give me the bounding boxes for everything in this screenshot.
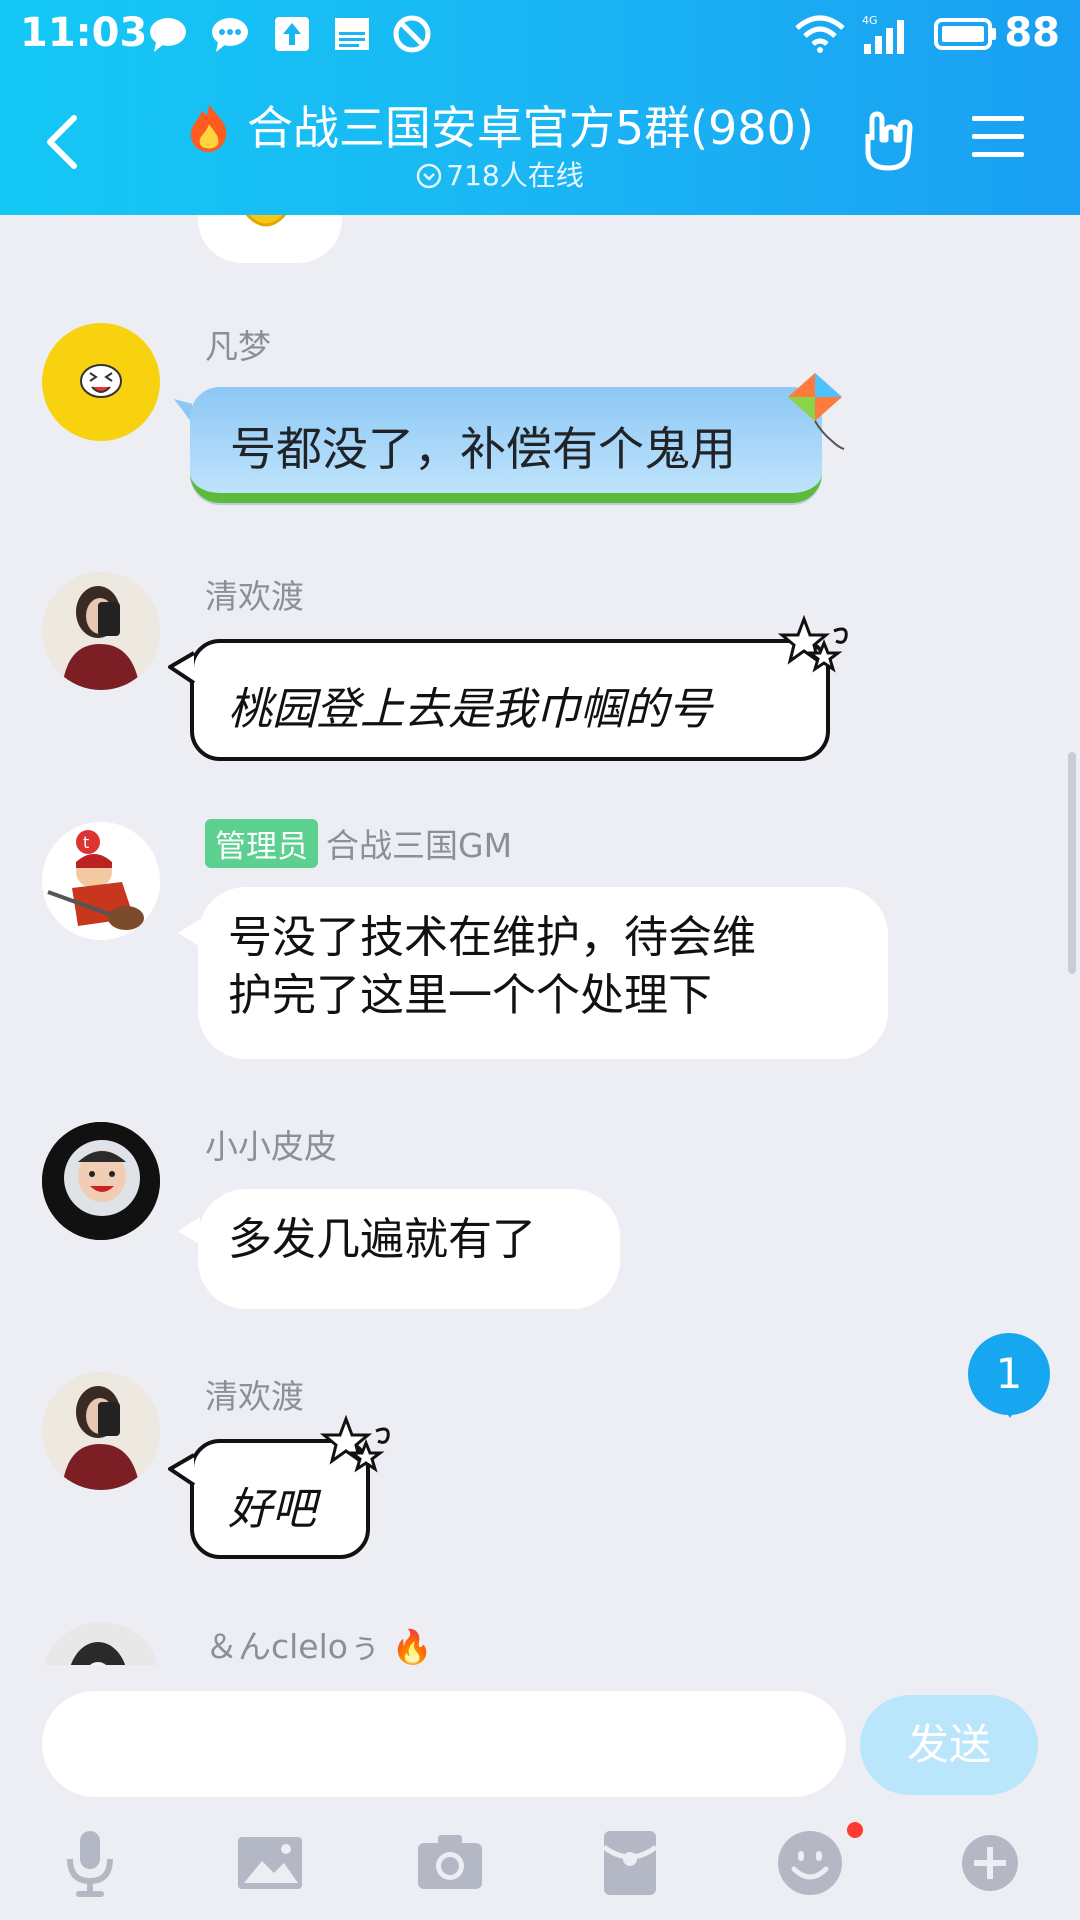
camera-icon — [418, 1835, 482, 1889]
chat-area[interactable]: 凡梦 号都没了，补偿有个鬼用 清欢渡 桃园登上去是我巾帼的号 t 管理员 合战三… — [0, 215, 1080, 1665]
avatar[interactable] — [42, 572, 160, 690]
chat-bubble-icon — [150, 18, 186, 52]
status-bar: 11:03 4G 88 — [0, 0, 1080, 70]
avatar[interactable] — [42, 1372, 160, 1490]
avatar[interactable] — [42, 1122, 160, 1240]
astronaut-avatar-icon — [42, 1122, 160, 1240]
smiley-avatar-icon — [80, 364, 122, 398]
unread-badge-tail — [998, 1400, 1022, 1418]
hand-gesture-icon[interactable] — [858, 110, 920, 172]
upload-icon — [275, 17, 309, 51]
red-packet-icon — [602, 1831, 658, 1895]
previous-message-bubble — [198, 215, 342, 263]
signal-4g-icon: 4G — [862, 14, 904, 54]
message-dots-icon — [212, 18, 248, 52]
battery-level: 88 — [1004, 10, 1060, 56]
fire-icon — [191, 104, 227, 152]
sender-name: 清欢渡 — [205, 577, 304, 616]
sender-name: 凡梦 — [205, 327, 271, 366]
avatar[interactable] — [42, 1622, 160, 1665]
sender-name: 小小皮皮 — [205, 1127, 337, 1166]
sender-name: 合战三国GM — [326, 826, 513, 865]
avatar[interactable]: t — [42, 822, 160, 940]
wifi-icon — [795, 15, 845, 53]
message-text: 好吧 — [228, 1484, 316, 1535]
title-bar: 合战三国安卓官方5群(980) 718人在线 — [0, 80, 1080, 215]
group-title[interactable]: 合战三国安卓官方5群(980) — [160, 92, 840, 158]
battery-icon — [934, 18, 996, 50]
avatar[interactable] — [42, 323, 160, 441]
do-not-disturb-icon — [393, 15, 431, 53]
sender-line: ＆んcleloぅ 🔥 — [205, 1620, 433, 1665]
scrollbar[interactable] — [1068, 752, 1076, 974]
warrior-avatar-icon: t — [42, 822, 160, 940]
plus-icon — [962, 1835, 1018, 1891]
plus-button[interactable] — [954, 1827, 1026, 1899]
star-decoration-icon — [319, 1415, 390, 1473]
photo-avatar-icon — [42, 1372, 160, 1490]
emoji-sticker-icon — [245, 215, 287, 227]
fire-emoji: 🔥 — [391, 1627, 433, 1665]
online-status-icon — [417, 163, 442, 189]
emoji-button[interactable] — [774, 1827, 846, 1899]
red-packet-button[interactable] — [594, 1827, 666, 1899]
message-input[interactable] — [42, 1691, 846, 1797]
sender-name: ＆んcleloぅ — [205, 1627, 381, 1665]
mic-icon — [67, 1831, 113, 1897]
svg-text:t: t — [83, 833, 89, 852]
toolbar — [0, 1805, 1080, 1920]
bubble-tail — [178, 1217, 200, 1245]
star-decoration-icon — [777, 615, 848, 673]
message-bubble[interactable]: 号没了技术在维护，待会维 护完了这里一个个处理下 — [198, 887, 888, 1059]
sender-name: 清欢渡 — [205, 1377, 304, 1416]
bw-avatar-icon — [42, 1622, 160, 1665]
online-count-text: 718人在线 — [446, 159, 584, 192]
message-text: 桃园登上去是我巾帼的号 — [228, 684, 712, 735]
admin-badge: 管理员 — [205, 819, 318, 868]
bubble-tail — [168, 1453, 196, 1487]
message-text: 多发几遍就有了 — [228, 1214, 536, 1265]
emoji-notification-dot — [847, 1822, 863, 1838]
sender-line: 管理员 合战三国GM — [205, 819, 512, 868]
message-text-line: 号没了技术在维护，待会维 — [228, 912, 756, 963]
photo-avatar-icon — [42, 572, 160, 690]
image-icon — [238, 1837, 302, 1889]
news-icon — [335, 18, 369, 50]
message-text-line: 护完了这里一个个处理下 — [228, 970, 712, 1021]
emoji-icon — [778, 1831, 842, 1895]
message-bubble[interactable]: 号都没了，补偿有个鬼用 — [190, 387, 822, 503]
svg-text:4G: 4G — [862, 14, 878, 27]
online-count: 718人在线 — [160, 154, 840, 194]
kite-icon — [788, 373, 845, 450]
mic-button[interactable] — [54, 1827, 126, 1899]
input-row: 发送 — [0, 1665, 1080, 1805]
message-text: 号都没了，补偿有个鬼用 — [230, 422, 736, 476]
image-button[interactable] — [234, 1827, 306, 1899]
message-bubble[interactable]: 多发几遍就有了 — [198, 1189, 620, 1309]
group-title-text: 合战三国安卓官方5群(980) — [246, 101, 814, 155]
bubble-tail — [178, 919, 200, 947]
status-time: 11:03 — [20, 10, 148, 56]
back-arrow-icon[interactable] — [42, 112, 82, 172]
camera-button[interactable] — [414, 1827, 486, 1899]
menu-icon[interactable] — [972, 114, 1024, 160]
header: 11:03 4G 88 合战三国安卓官方5群(980) 718人在线 — [0, 0, 1080, 215]
bubble-tail — [168, 651, 196, 685]
message-bubble[interactable]: 桃园登上去是我巾帼的号 — [190, 639, 830, 761]
send-button[interactable]: 发送 — [860, 1695, 1038, 1795]
